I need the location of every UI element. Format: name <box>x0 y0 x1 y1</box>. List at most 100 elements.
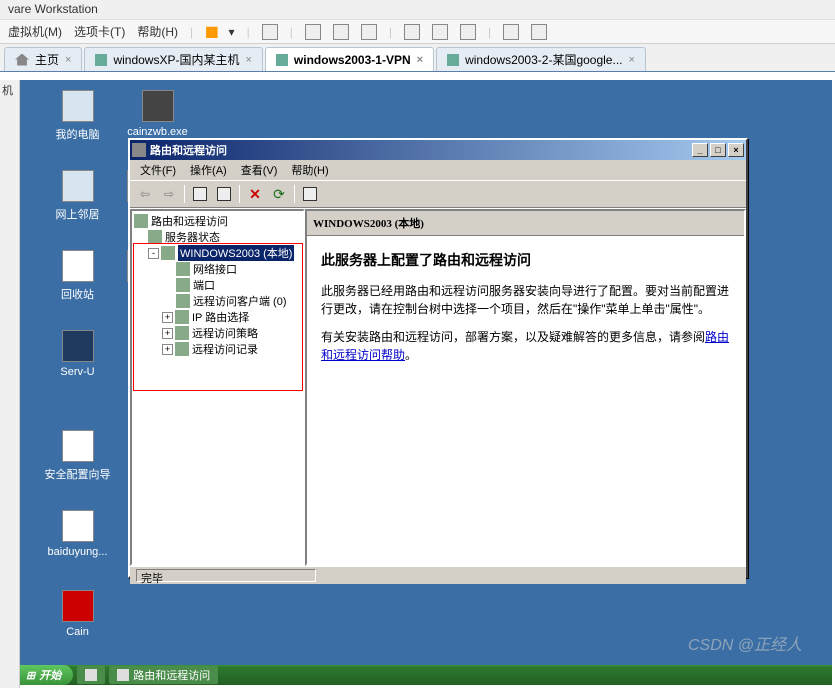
app-icon <box>132 143 146 157</box>
tab-home[interactable]: 主页 × <box>4 47 82 71</box>
tree-label: 远程访问记录 <box>192 341 258 357</box>
iproute-icon <box>175 310 189 324</box>
toolbar-icon[interactable] <box>262 24 278 40</box>
status-icon <box>148 230 162 244</box>
tab-label: 主页 <box>35 51 59 68</box>
start-button[interactable]: ⊞ 开始 <box>20 665 73 685</box>
help-button[interactable] <box>299 183 321 205</box>
tree-server-status[interactable]: 服务器状态 <box>134 229 301 245</box>
window-title: 路由和远程访问 <box>150 142 227 158</box>
mmc-toolbar: ⇦ ⇨ ✕ ⟳ <box>130 180 746 208</box>
desktop-icon-cainexe[interactable]: cainzwb.exe <box>120 90 195 138</box>
taskbar-item[interactable] <box>77 666 105 684</box>
servu-icon <box>62 330 94 362</box>
tree-label: 服务器状态 <box>165 229 220 245</box>
toolbar-icon[interactable] <box>432 24 448 40</box>
tab-close-icon[interactable]: × <box>417 54 423 66</box>
tab-2003-google[interactable]: windows2003-2-某国google... × <box>436 47 646 71</box>
icon-label: baiduyung... <box>48 546 108 558</box>
vmware-menubar: 虚拟机(M) 选项卡(T) 帮助(H) | ▮▮ ▾ | | | | <box>0 20 835 44</box>
content-text: 有关安装路由和远程访问，部署方案，以及疑难解答的更多信息，请参阅 <box>321 330 705 344</box>
tab-xp[interactable]: windowsXP-国内某主机 × <box>84 47 262 71</box>
dropdown-icon[interactable]: ▾ <box>229 25 235 39</box>
desktop-icon-baidu[interactable]: baiduyung... <box>40 510 115 558</box>
tab-2003-vpn[interactable]: windows2003-1-VPN × <box>265 47 434 71</box>
toolbar-icon[interactable] <box>531 24 547 40</box>
home-icon <box>15 54 29 66</box>
mmc-tree[interactable]: 路由和远程访问 服务器状态 -WINDOWS2003 (本地) 网络接口 端口 … <box>130 209 305 566</box>
content-text: 。 <box>405 348 417 362</box>
maximize-button[interactable]: □ <box>710 143 726 157</box>
content-body: 此服务器上配置了路由和远程访问 此服务器已经用路由和远程访问服务器安装向导进行了… <box>307 236 744 388</box>
tree-ports[interactable]: 端口 <box>134 277 301 293</box>
expand-icon[interactable]: + <box>162 344 173 355</box>
refresh-icon: ⟳ <box>273 186 285 203</box>
tab-close-icon[interactable]: × <box>245 54 251 66</box>
tree-ras-policies[interactable]: +远程访问策略 <box>134 325 301 341</box>
recycle-icon <box>62 250 94 282</box>
back-button[interactable]: ⇦ <box>134 183 156 205</box>
taskbar-item-rras[interactable]: 路由和远程访问 <box>109 666 218 684</box>
separator <box>294 185 295 203</box>
tree-label: 路由和远程访问 <box>151 213 228 229</box>
expand-icon[interactable]: + <box>162 312 173 323</box>
desktop-icon-my-computer[interactable]: 我的电脑 <box>40 90 115 142</box>
server-icon <box>161 246 175 260</box>
toolbar-icon[interactable] <box>305 24 321 40</box>
expand-icon[interactable]: + <box>162 328 173 339</box>
close-button[interactable]: × <box>728 143 744 157</box>
tree-ras-clients[interactable]: 远程访问客户端 (0) <box>134 293 301 309</box>
windows-icon: ⊞ <box>26 669 35 682</box>
delete-button[interactable]: ✕ <box>244 183 266 205</box>
log-icon <box>175 342 189 356</box>
desktop-icon-network-places[interactable]: 网上邻居 <box>40 170 115 222</box>
tree-server-local[interactable]: - WINDOWS2003 (本地) <box>134 245 301 261</box>
tab-close-icon[interactable]: × <box>628 54 634 66</box>
refresh-button[interactable]: ⟳ <box>268 183 290 205</box>
pause-icon[interactable]: ▮▮ <box>205 23 216 40</box>
mmc-window: 路由和远程访问 _ □ × 文件(F) 操作(A) 查看(V) 帮助(H) ⇦ … <box>128 138 748 578</box>
collapse-icon[interactable]: - <box>148 248 159 259</box>
tree-ip-routing[interactable]: +IP 路由选择 <box>134 309 301 325</box>
menu-help[interactable]: 帮助(H) <box>285 160 334 180</box>
desktop-icon-cain[interactable]: Cain <box>40 590 115 638</box>
menu-file[interactable]: 文件(F) <box>134 160 182 180</box>
desktop-icon-servu[interactable]: Serv-U <box>40 330 115 378</box>
up-button[interactable] <box>189 183 211 205</box>
toolbar-icon[interactable] <box>503 24 519 40</box>
taskbar-label: 路由和远程访问 <box>133 667 210 683</box>
menu-tabs[interactable]: 选项卡(T) <box>74 23 125 40</box>
vm-icon <box>447 54 459 66</box>
tree-label: WINDOWS2003 (本地) <box>178 245 294 261</box>
start-label: 开始 <box>39 667 61 683</box>
vmware-tabbar: 主页 × windowsXP-国内某主机 × windows2003-1-VPN… <box>0 44 835 72</box>
tab-close-icon[interactable]: × <box>65 54 71 66</box>
tree-ras-logging[interactable]: + 远程访问记录 <box>134 341 301 357</box>
vmware-title-text: vare Workstation <box>8 2 98 16</box>
toolbar-icon[interactable] <box>333 24 349 40</box>
menu-view[interactable]: 查看(V) <box>235 160 284 180</box>
icon-label: 我的电脑 <box>56 129 100 141</box>
menu-help[interactable]: 帮助(H) <box>137 23 178 40</box>
separator <box>184 185 185 203</box>
desktop-icon-recycle-bin[interactable]: 回收站 <box>40 250 115 302</box>
separator <box>239 185 240 203</box>
content-paragraph: 此服务器已经用路由和远程访问服务器安装向导进行了配置。要对当前配置进行更改，请在… <box>321 282 730 318</box>
separator: | <box>389 25 392 39</box>
mmc-titlebar[interactable]: 路由和远程访问 _ □ × <box>130 140 746 160</box>
toolbar-icon[interactable] <box>361 24 377 40</box>
tree-network-interfaces[interactable]: 网络接口 <box>134 261 301 277</box>
toolbar-icon[interactable] <box>460 24 476 40</box>
menu-action[interactable]: 操作(A) <box>184 160 233 180</box>
menu-vm[interactable]: 虚拟机(M) <box>8 23 62 40</box>
content-heading: 此服务器上配置了路由和远程访问 <box>321 250 730 270</box>
minimize-button[interactable]: _ <box>692 143 708 157</box>
properties-button[interactable] <box>213 183 235 205</box>
toolbar-icon[interactable] <box>404 24 420 40</box>
desktop-icon-security-wizard[interactable]: 安全配置向导 <box>40 430 115 482</box>
guest-desktop[interactable]: 我的电脑 cainzwb.exe 网上邻居 Ne 回收站 网v3 Serv-U … <box>20 80 832 685</box>
client-icon <box>176 294 190 308</box>
tree-root[interactable]: 路由和远程访问 <box>134 213 301 229</box>
mmc-menubar: 文件(F) 操作(A) 查看(V) 帮助(H) <box>130 160 746 180</box>
forward-button[interactable]: ⇨ <box>158 183 180 205</box>
